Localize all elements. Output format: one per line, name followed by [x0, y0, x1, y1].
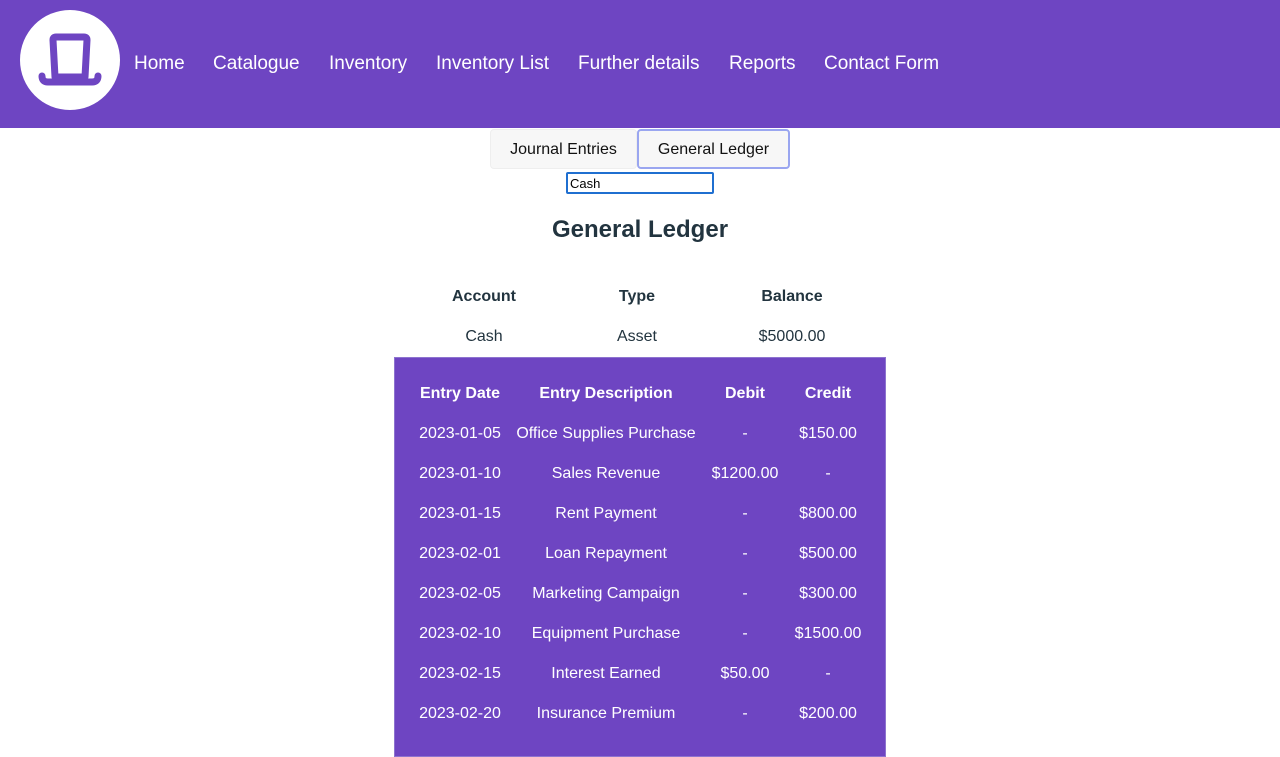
ledger-cell-credit: $1500.00: [794, 625, 862, 642]
ledger-cell-debit: -: [742, 705, 748, 722]
ledger-cell-credit: $200.00: [799, 705, 857, 722]
page-title: General Ledger: [551, 216, 729, 243]
tab-journal-entries[interactable]: Journal Entries: [490, 129, 637, 169]
nav-reports[interactable]: Reports: [729, 53, 796, 75]
ledger-header-description: Entry Description: [539, 385, 673, 402]
summary-header-balance: Balance: [761, 288, 823, 305]
ledger-cell-date: 2023-02-10: [419, 625, 501, 642]
summary-header-type: Type: [618, 288, 656, 305]
ledger-cell-debit: -: [742, 425, 748, 442]
ledger-cell-credit: $800.00: [799, 505, 857, 522]
ledger-header-credit: Credit: [804, 385, 852, 402]
ledger-cell-date: 2023-01-10: [419, 465, 501, 482]
ledger-header-date: Entry Date: [419, 385, 501, 402]
ledger-cell-date: 2023-02-05: [419, 585, 501, 602]
nav-further-details[interactable]: Further details: [578, 53, 699, 75]
ledger-cell-date: 2023-01-05: [419, 425, 501, 442]
ledger-cell-description: Equipment Purchase: [531, 625, 681, 642]
ledger-cell-debit: -: [742, 625, 748, 642]
ledger-cell-credit: -: [825, 665, 831, 682]
ledger-cell-description: Interest Earned: [551, 665, 661, 682]
account-filter-input[interactable]: [566, 172, 714, 194]
ledger-cell-date: 2023-02-15: [419, 665, 501, 682]
ledger-cell-debit: -: [742, 585, 748, 602]
nav-inventory-list[interactable]: Inventory List: [436, 53, 549, 75]
ledger-cell-credit: $500.00: [799, 545, 857, 562]
ledger-entries-table: Entry Date Entry Description Debit Credi…: [394, 357, 886, 757]
ledger-cell-date: 2023-01-15: [419, 505, 501, 522]
summary-header-account: Account: [452, 288, 516, 305]
ledger-cell-description: Insurance Premium: [536, 705, 676, 722]
nav-contact-form[interactable]: Contact Form: [824, 53, 939, 75]
ledger-cell-debit: $50.00: [720, 665, 770, 682]
ledger-cell-credit: -: [825, 465, 831, 482]
ledger-header-debit: Debit: [725, 385, 765, 402]
summary-type-value: Asset: [616, 328, 657, 345]
ledger-cell-description: Loan Repayment: [545, 545, 667, 562]
nav-home[interactable]: Home: [134, 53, 185, 75]
tab-general-ledger[interactable]: General Ledger: [637, 129, 790, 169]
nav-catalogue[interactable]: Catalogue: [213, 53, 300, 75]
top-navbar: Home Catalogue Inventory Inventory List …: [0, 0, 1280, 128]
ledger-cell-debit: -: [742, 505, 748, 522]
top-hat-icon: [38, 33, 102, 86]
ledger-cell-credit: $150.00: [799, 425, 857, 442]
summary-account-value: Cash: [465, 328, 503, 345]
ledger-cell-description: Rent Payment: [555, 505, 657, 522]
logo[interactable]: [20, 10, 120, 110]
ledger-cell-debit: $1200.00: [711, 465, 779, 482]
ledger-cell-credit: $300.00: [799, 585, 857, 602]
ledger-cell-description: Office Supplies Purchase: [516, 425, 696, 442]
ledger-cell-date: 2023-02-20: [419, 705, 501, 722]
nav-inventory[interactable]: Inventory: [329, 53, 407, 75]
summary-balance-value: $5000.00: [758, 328, 826, 345]
ledger-cell-date: 2023-02-01: [419, 545, 501, 562]
ledger-cell-debit: -: [742, 545, 748, 562]
ledger-cell-description: Marketing Campaign: [532, 585, 680, 602]
ledger-cell-description: Sales Revenue: [551, 465, 661, 482]
